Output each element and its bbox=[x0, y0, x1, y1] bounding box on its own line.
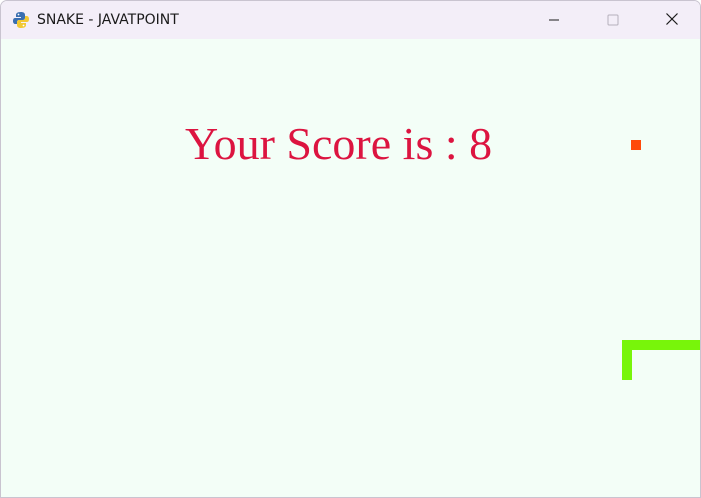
maximize-icon bbox=[607, 11, 619, 30]
close-icon bbox=[665, 11, 679, 30]
close-button[interactable] bbox=[649, 1, 695, 39]
title-bar[interactable]: SNAKE - JAVATPOINT bbox=[1, 1, 700, 39]
food-pellet bbox=[631, 140, 641, 150]
score-text: Your Score is : 8 bbox=[185, 118, 493, 169]
window-title: SNAKE - JAVATPOINT bbox=[37, 12, 179, 28]
python-icon bbox=[12, 11, 30, 29]
minimize-icon bbox=[548, 11, 560, 30]
snake-body-horizontal bbox=[622, 340, 700, 350]
game-window: SNAKE - JAVATPOINT Your Score is : 8 bbox=[0, 0, 701, 498]
minimize-button[interactable] bbox=[531, 1, 577, 39]
game-canvas[interactable] bbox=[1, 39, 700, 497]
maximize-button[interactable] bbox=[590, 1, 636, 39]
snake-body-vertical bbox=[622, 340, 632, 380]
